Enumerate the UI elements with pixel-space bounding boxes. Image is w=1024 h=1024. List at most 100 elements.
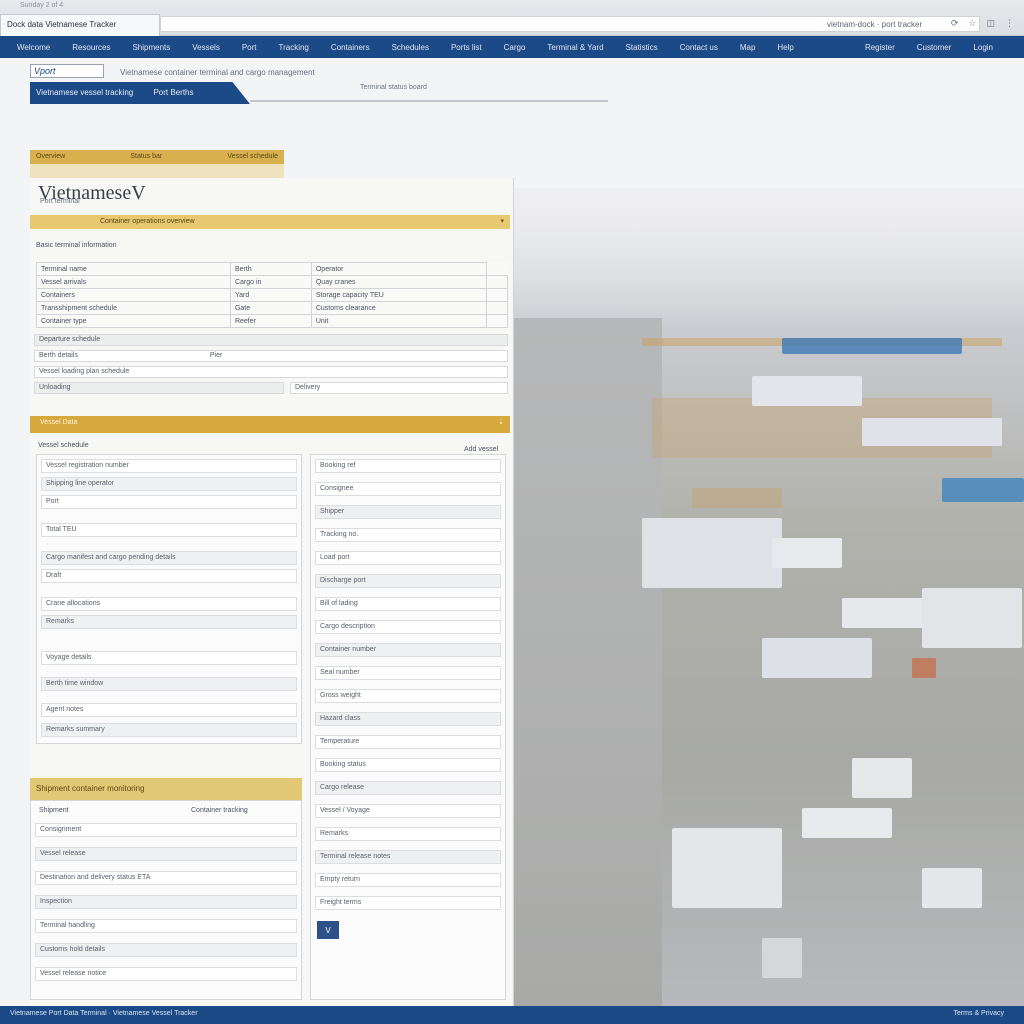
form-field[interactable]: Freight terms — [315, 896, 501, 910]
status-bar-tab[interactable]: Status bar — [130, 153, 162, 161]
overview-tab[interactable]: Overview — [36, 153, 65, 161]
unloading-field[interactable]: Unloading — [34, 382, 284, 394]
form-field[interactable]: Shipper — [315, 505, 501, 519]
form-field[interactable]: Discharge port — [315, 574, 501, 588]
subnav-tab[interactable]: Vietnamese vessel tracking Port Berths — [30, 82, 250, 104]
extension-icon[interactable]: ◫ — [986, 18, 995, 29]
form-field[interactable]: Destination and delivery status ETA — [35, 871, 297, 885]
nav-item[interactable]: Containers — [320, 43, 381, 52]
vessel-loading-plan-field[interactable]: Vessel loading plan schedule — [34, 366, 508, 378]
nav-right-item[interactable]: Register — [854, 43, 906, 52]
nav-item[interactable]: Ports list — [440, 43, 493, 52]
form-field[interactable]: Vessel release notice — [35, 967, 297, 981]
form-field[interactable]: Berth time window — [41, 677, 297, 691]
form-field[interactable]: Consignment — [35, 823, 297, 837]
overview-tab-strip[interactable]: Overview Status bar Vessel schedule — [30, 150, 284, 164]
collapse-icon[interactable]: ⇣ — [498, 418, 504, 426]
subnav-left-label: Vietnamese vessel tracking — [36, 88, 134, 97]
nav-right-item[interactable]: Login — [962, 43, 1004, 52]
nav-item[interactable]: Cargo — [493, 43, 537, 52]
form-field[interactable]: Vessel release — [35, 847, 297, 861]
form-field[interactable]: Customs hold details — [35, 943, 297, 957]
port-hero-image — [512, 188, 1024, 1006]
nav-item[interactable]: Map — [729, 43, 767, 52]
nav-item[interactable]: Contact us — [669, 43, 729, 52]
form-field[interactable]: Booking ref — [315, 459, 501, 473]
form-field[interactable]: Remarks summary — [41, 723, 297, 737]
form-field[interactable]: Crane allocations — [41, 597, 297, 611]
form-field[interactable]: Cargo manifest and cargo pending details — [41, 551, 297, 565]
form-field[interactable]: Total TEU — [41, 523, 297, 537]
form-field[interactable]: Bill of lading — [315, 597, 501, 611]
nav-item[interactable]: Shipments — [121, 43, 181, 52]
footer-links[interactable]: Terms & Privacy — [953, 1010, 1004, 1017]
browser-icons: ⟳ ☆ ◫ ⋮ — [951, 18, 1014, 29]
vessel-badge-icon[interactable]: V — [317, 921, 339, 939]
nav-item[interactable]: Port — [231, 43, 268, 52]
form-field[interactable]: Terminal release notes — [315, 850, 501, 864]
form-field[interactable]: Terminal handling — [35, 919, 297, 933]
shipment-monitoring-header[interactable]: Shipment container monitoring — [30, 778, 302, 800]
shipment-tab[interactable]: Shipment — [39, 807, 69, 814]
form-field[interactable]: Gross weight — [315, 689, 501, 703]
site-logo[interactable]: Vport — [30, 64, 104, 78]
nav-right-item[interactable]: Customer — [906, 43, 963, 52]
delivery-label: Delivery — [295, 384, 321, 391]
form-field[interactable]: Seal number — [315, 666, 501, 680]
form-field[interactable]: Cargo description — [315, 620, 501, 634]
nav-item[interactable]: Help — [766, 43, 804, 52]
subnav-link[interactable]: Terminal status board — [360, 84, 427, 91]
nav-item[interactable]: Welcome — [6, 43, 61, 52]
nav-item[interactable]: Statistics — [615, 43, 669, 52]
container-tracking-tab[interactable]: Container tracking — [191, 807, 248, 814]
nav-item[interactable]: Vessels — [181, 43, 231, 52]
form-field[interactable]: Vessel registration number — [41, 459, 297, 473]
container-yard-block — [922, 868, 982, 908]
nav-item[interactable]: Terminal & Yard — [536, 43, 614, 52]
form-field[interactable]: Draft — [41, 569, 297, 583]
form-field[interactable]: Shipping line operator — [41, 477, 297, 491]
browser-tab[interactable]: Dock data Vietnamese Tracker — [0, 14, 160, 36]
section-vessel-data[interactable]: Vessel Data ⇣ — [30, 416, 510, 433]
settings-icon[interactable]: ⋮ — [1005, 18, 1014, 29]
address-bar[interactable]: vietnam-dock · port tracker — [160, 16, 980, 32]
crane-structures-lower — [692, 488, 782, 508]
delivery-field[interactable]: Delivery — [290, 382, 508, 394]
shipment-monitoring-card: Shipment Container tracking Consignment V… — [30, 800, 302, 1000]
blue-container-stack — [942, 478, 1024, 502]
section-container-operations[interactable]: Container operations overview ▾ — [30, 215, 510, 229]
form-field[interactable]: Remarks — [315, 827, 501, 841]
table-row: Transshipment schedule Gate Customs cleara… — [36, 301, 508, 315]
form-field[interactable]: Booking status — [315, 758, 501, 772]
refresh-icon[interactable]: ⟳ — [951, 18, 959, 29]
form-field[interactable]: Temperature — [315, 735, 501, 749]
nav-item[interactable]: Resources — [61, 43, 121, 52]
form-field[interactable]: Tracking no. — [315, 528, 501, 542]
form-field[interactable]: Inspection — [35, 895, 297, 909]
form-field[interactable]: Cargo release — [315, 781, 501, 795]
form-field[interactable]: Consignee — [315, 482, 501, 496]
form-field[interactable]: Load port — [315, 551, 501, 565]
form-field[interactable]: Port — [41, 495, 297, 509]
chevron-down-icon[interactable]: ▾ — [500, 217, 504, 225]
nav-item[interactable]: Schedules — [381, 43, 440, 52]
star-icon[interactable]: ☆ — [968, 18, 976, 29]
form-field[interactable]: Remarks — [41, 615, 297, 629]
container-yard-block — [772, 538, 842, 568]
browser-chrome: Sunday 2 of 4 Dock data Vietnamese Track… — [0, 0, 1024, 36]
table-cell: Terminal name — [36, 262, 231, 276]
form-field[interactable]: Hazard class — [315, 712, 501, 726]
form-field[interactable]: Voyage details — [41, 651, 297, 665]
table-cell: Operator — [310, 262, 488, 276]
table-cell: Containers — [36, 288, 231, 302]
form-field[interactable]: Agent notes — [41, 703, 297, 717]
overview-sub-strip — [30, 164, 284, 178]
vessel-schedule-tab[interactable]: Vessel schedule — [227, 153, 278, 161]
form-field[interactable]: Container number — [315, 643, 501, 657]
add-vessel-link[interactable]: Add vessel — [464, 446, 498, 453]
form-field[interactable]: Empty return — [315, 873, 501, 887]
subnav-right-label: Port Berths — [153, 88, 194, 97]
form-field[interactable]: Vessel / Voyage — [315, 804, 501, 818]
nav-item[interactable]: Tracking — [268, 43, 320, 52]
berth-details-field[interactable]: Berth details Pier — [34, 350, 508, 362]
